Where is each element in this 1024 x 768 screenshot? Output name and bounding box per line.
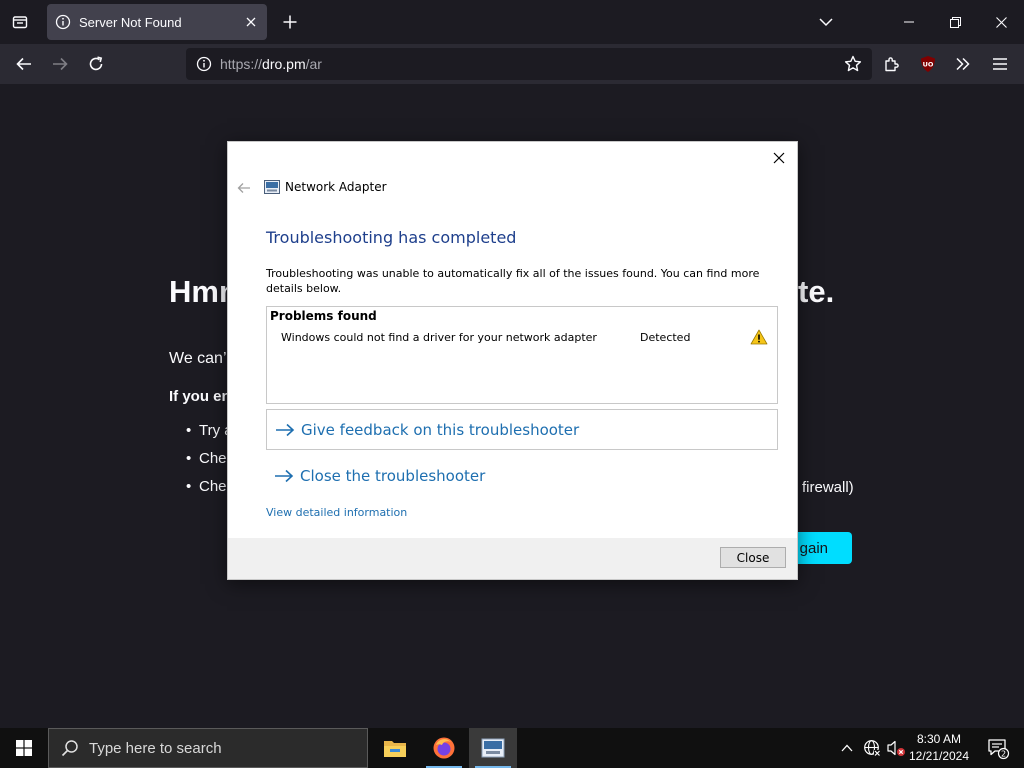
give-feedback-link[interactable]: Give feedback on this troubleshooter — [266, 409, 778, 450]
arrow-left-icon — [16, 57, 31, 71]
problems-title: Problems found — [270, 309, 377, 323]
error-line-1: We can’ — [169, 350, 227, 367]
navigation-bar: https://dro.pm/ar UO — [0, 44, 1024, 84]
double-chevron-right-icon — [956, 57, 970, 71]
search-icon — [61, 740, 78, 757]
bookmark-button[interactable] — [839, 50, 867, 78]
error-line-2: If you en — [169, 388, 231, 405]
info-icon — [55, 14, 71, 30]
taskbar-troubleshooter[interactable] — [469, 728, 517, 768]
back-arrow-icon[interactable] — [236, 180, 252, 196]
windows-logo-icon — [16, 740, 32, 756]
tab-list-button[interactable] — [6, 8, 34, 36]
notification-count: 2 — [1001, 750, 1006, 759]
clock-date: 12/21/2024 — [908, 749, 970, 763]
chevron-down-icon — [819, 18, 833, 27]
network-adapter-icon — [264, 180, 280, 194]
new-tab-button[interactable] — [278, 10, 302, 34]
star-icon — [844, 55, 862, 72]
warning-icon — [750, 329, 768, 345]
tabs-list-icon — [12, 16, 28, 29]
globe-network-icon — [864, 740, 881, 757]
taskbar-clock[interactable]: 8:30 AM 12/21/2024 — [904, 731, 974, 765]
reload-button[interactable] — [82, 50, 110, 78]
firefox-icon — [433, 737, 455, 759]
view-detailed-information-link[interactable]: View detailed information — [266, 506, 407, 519]
taskbar-search-box[interactable]: Type here to search — [48, 728, 368, 768]
minimize-button[interactable] — [894, 8, 924, 36]
taskbar-file-explorer[interactable] — [371, 728, 419, 768]
address-bar[interactable]: https://dro.pm/ar — [186, 48, 872, 80]
dialog-heading: Troubleshooting has completed — [266, 228, 517, 247]
more-tools-button[interactable] — [949, 50, 977, 78]
window-close-button[interactable] — [986, 8, 1016, 36]
dialog-close-button[interactable] — [769, 148, 789, 168]
troubleshooter-icon — [481, 738, 505, 758]
troubleshooter-dialog: Network Adapter Troubleshooting has comp… — [227, 141, 798, 580]
plus-icon — [283, 15, 297, 29]
restore-button[interactable] — [940, 8, 970, 36]
speaker-muted-icon — [887, 740, 905, 756]
start-button[interactable] — [0, 728, 48, 768]
firewall-text: firewall) — [802, 479, 854, 496]
dialog-footer: Close — [228, 538, 797, 579]
action-center-button[interactable]: 2 — [978, 728, 1018, 768]
error-heading-right: te. — [798, 274, 835, 309]
restore-icon — [949, 16, 961, 28]
close-button[interactable]: Close — [720, 547, 786, 568]
problem-issue: Windows could not find a driver for your… — [281, 331, 597, 344]
puzzle-icon — [885, 57, 899, 72]
notification-icon: 2 — [988, 739, 1010, 760]
info-icon — [196, 56, 212, 72]
ublock-origin-button[interactable]: UO — [914, 50, 942, 78]
hamburger-menu-icon — [993, 58, 1007, 70]
dialog-description: Troubleshooting was unable to automatica… — [266, 267, 760, 295]
problems-found-box: Problems found Windows could not find a … — [266, 306, 778, 404]
taskbar-firefox[interactable] — [420, 728, 468, 768]
close-troubleshooter-link[interactable]: Close the troubleshooter — [266, 455, 778, 496]
close-icon — [773, 152, 785, 164]
ublock-origin-icon: UO — [921, 56, 935, 72]
extensions-button[interactable] — [878, 50, 906, 78]
give-feedback-label: Give feedback on this troubleshooter — [301, 420, 580, 439]
chevron-up-icon — [841, 744, 853, 752]
close-troubleshooter-label: Close the troubleshooter — [300, 466, 486, 485]
url-path: /ar — [305, 56, 322, 72]
arrow-right-icon — [276, 423, 295, 436]
arrow-right-icon — [275, 469, 294, 482]
app-menu-button[interactable] — [986, 50, 1014, 78]
list-all-tabs-button[interactable] — [814, 10, 838, 34]
url-text: https://dro.pm/ar — [220, 56, 322, 72]
arrow-right-icon — [53, 57, 68, 71]
url-host: dro.pm — [262, 56, 306, 72]
file-explorer-icon — [384, 741, 406, 757]
search-placeholder: Type here to search — [89, 739, 222, 757]
minimize-icon — [904, 21, 914, 23]
ublock-badge-text: UO — [923, 61, 934, 69]
back-button[interactable] — [10, 50, 38, 78]
url-scheme: https:// — [220, 56, 263, 72]
show-hidden-icons-button[interactable] — [836, 728, 858, 768]
close-icon — [995, 16, 1007, 28]
clock-time: 8:30 AM — [916, 732, 962, 746]
reload-icon — [89, 56, 103, 71]
tab-strip: Server Not Found — [0, 0, 1024, 44]
tab-server-not-found[interactable]: Server Not Found — [47, 4, 267, 40]
dialog-title: Network Adapter — [285, 180, 387, 194]
network-tray-button[interactable] — [860, 728, 884, 768]
forward-button[interactable] — [46, 50, 74, 78]
taskbar: Type here to search 8:30 AM 12/21/2024 2 — [0, 728, 1024, 768]
tab-close-icon[interactable] — [243, 14, 259, 30]
tab-title: Server Not Found — [79, 14, 182, 30]
problem-status: Detected — [640, 331, 691, 344]
